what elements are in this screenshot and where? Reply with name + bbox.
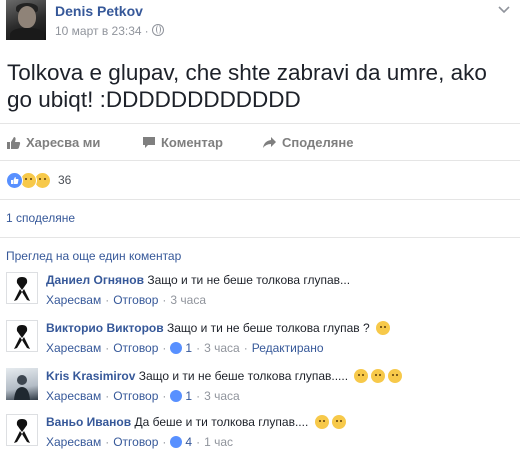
view-more-comments-link[interactable]: Преглед на още един коментар	[6, 249, 181, 263]
like-icon	[170, 436, 183, 448]
black-ribbon-icon[interactable]	[6, 272, 38, 304]
comment-likes[interactable]: 4	[170, 434, 192, 450]
share-icon	[263, 137, 276, 148]
crying-emoji-icon	[388, 369, 403, 383]
comment-reply-link[interactable]: Отговор	[113, 388, 158, 404]
sad-emoji-icon	[371, 369, 386, 383]
comment-like-link[interactable]: Харесвам	[46, 340, 101, 356]
reactions-count: 36	[58, 173, 72, 187]
reactions-summary[interactable]: 36	[6, 171, 71, 189]
comment-like-link[interactable]: Харесвам	[46, 434, 101, 450]
commenter-avatar[interactable]	[6, 368, 38, 400]
divider	[0, 123, 520, 124]
comment-author[interactable]: Викторио Викторов	[46, 321, 164, 335]
comment-like-link[interactable]: Харесвам	[46, 388, 101, 404]
post-meta: 10 март в 23:34 ·	[55, 24, 164, 38]
comment-text: Защо и ти не беше толкова глупав ?	[166, 321, 370, 335]
like-icon	[170, 342, 183, 354]
shares-link[interactable]: 1 споделяне	[6, 211, 75, 225]
black-ribbon-icon[interactable]	[6, 414, 38, 446]
comment-button[interactable]: Коментар	[142, 135, 223, 150]
comment-text: Защо и ти не беше толкова глупав...	[147, 273, 351, 287]
comment-time[interactable]: 3 часа	[170, 292, 206, 308]
comment-like-link[interactable]: Харесвам	[46, 292, 101, 308]
comment-time[interactable]: 3 часа	[204, 388, 240, 404]
comment-author[interactable]: Даниел Огнянов	[46, 273, 144, 287]
facebook-post: Denis Petkov 10 март в 23:34 · Tolkova e …	[0, 0, 520, 456]
sad-emoji-icon	[314, 415, 329, 429]
comment-item: Ваньо Иванов Да беше и ти толкова глупав…	[0, 414, 520, 458]
comment-reply-link[interactable]: Отговор	[113, 340, 158, 356]
divider	[0, 237, 520, 238]
divider	[0, 199, 520, 200]
comment-time[interactable]: 1 час	[204, 434, 233, 450]
sad-emoji-icon	[354, 369, 369, 383]
post-text: Tolkova e glupav, che shte zabravi da um…	[7, 60, 487, 112]
comment-likes[interactable]: 1	[170, 388, 192, 404]
thumbs-up-icon	[7, 136, 21, 149]
comment-icon	[143, 137, 155, 148]
comment-author[interactable]: Ваньо Иванов	[46, 415, 131, 429]
comment-item: Викторио Викторов Защо и ти не беше толк…	[0, 320, 520, 364]
author-avatar[interactable]	[6, 0, 46, 40]
globe-icon	[151, 24, 164, 36]
comment-item: Kris Krasimirov Защо и ти не беше толков…	[0, 368, 520, 412]
share-button[interactable]: Споделяне	[262, 135, 353, 150]
comment-text: Защо и ти не беше толкова глупав.....	[138, 369, 349, 383]
comment-likes[interactable]: 1	[170, 340, 192, 356]
comment-text: Да беше и ти толкова глупав....	[134, 415, 309, 429]
sad-emoji-icon	[331, 415, 346, 429]
comment-reply-link[interactable]: Отговор	[113, 434, 158, 450]
comment-reply-link[interactable]: Отговор	[113, 292, 158, 308]
author-name[interactable]: Denis Petkov	[55, 3, 143, 19]
chevron-down-icon[interactable]	[498, 6, 510, 14]
like-icon	[170, 390, 183, 402]
sad-emoji-icon	[375, 321, 390, 335]
divider	[0, 160, 520, 161]
action-bar: Харесва ми Коментар Споделяне	[0, 131, 520, 155]
post-timestamp[interactable]: 10 март в 23:34	[55, 24, 142, 38]
comment-item: Даниел Огнянов Защо и ти не беше толкова…	[0, 272, 520, 316]
comment-author[interactable]: Kris Krasimirov	[46, 369, 135, 383]
comment-time[interactable]: 3 часа	[204, 340, 240, 356]
like-reaction-icon	[6, 171, 23, 189]
like-button[interactable]: Харесва ми	[6, 135, 100, 150]
edited-label[interactable]: Редактирано	[252, 340, 324, 356]
black-ribbon-icon[interactable]	[6, 320, 38, 352]
